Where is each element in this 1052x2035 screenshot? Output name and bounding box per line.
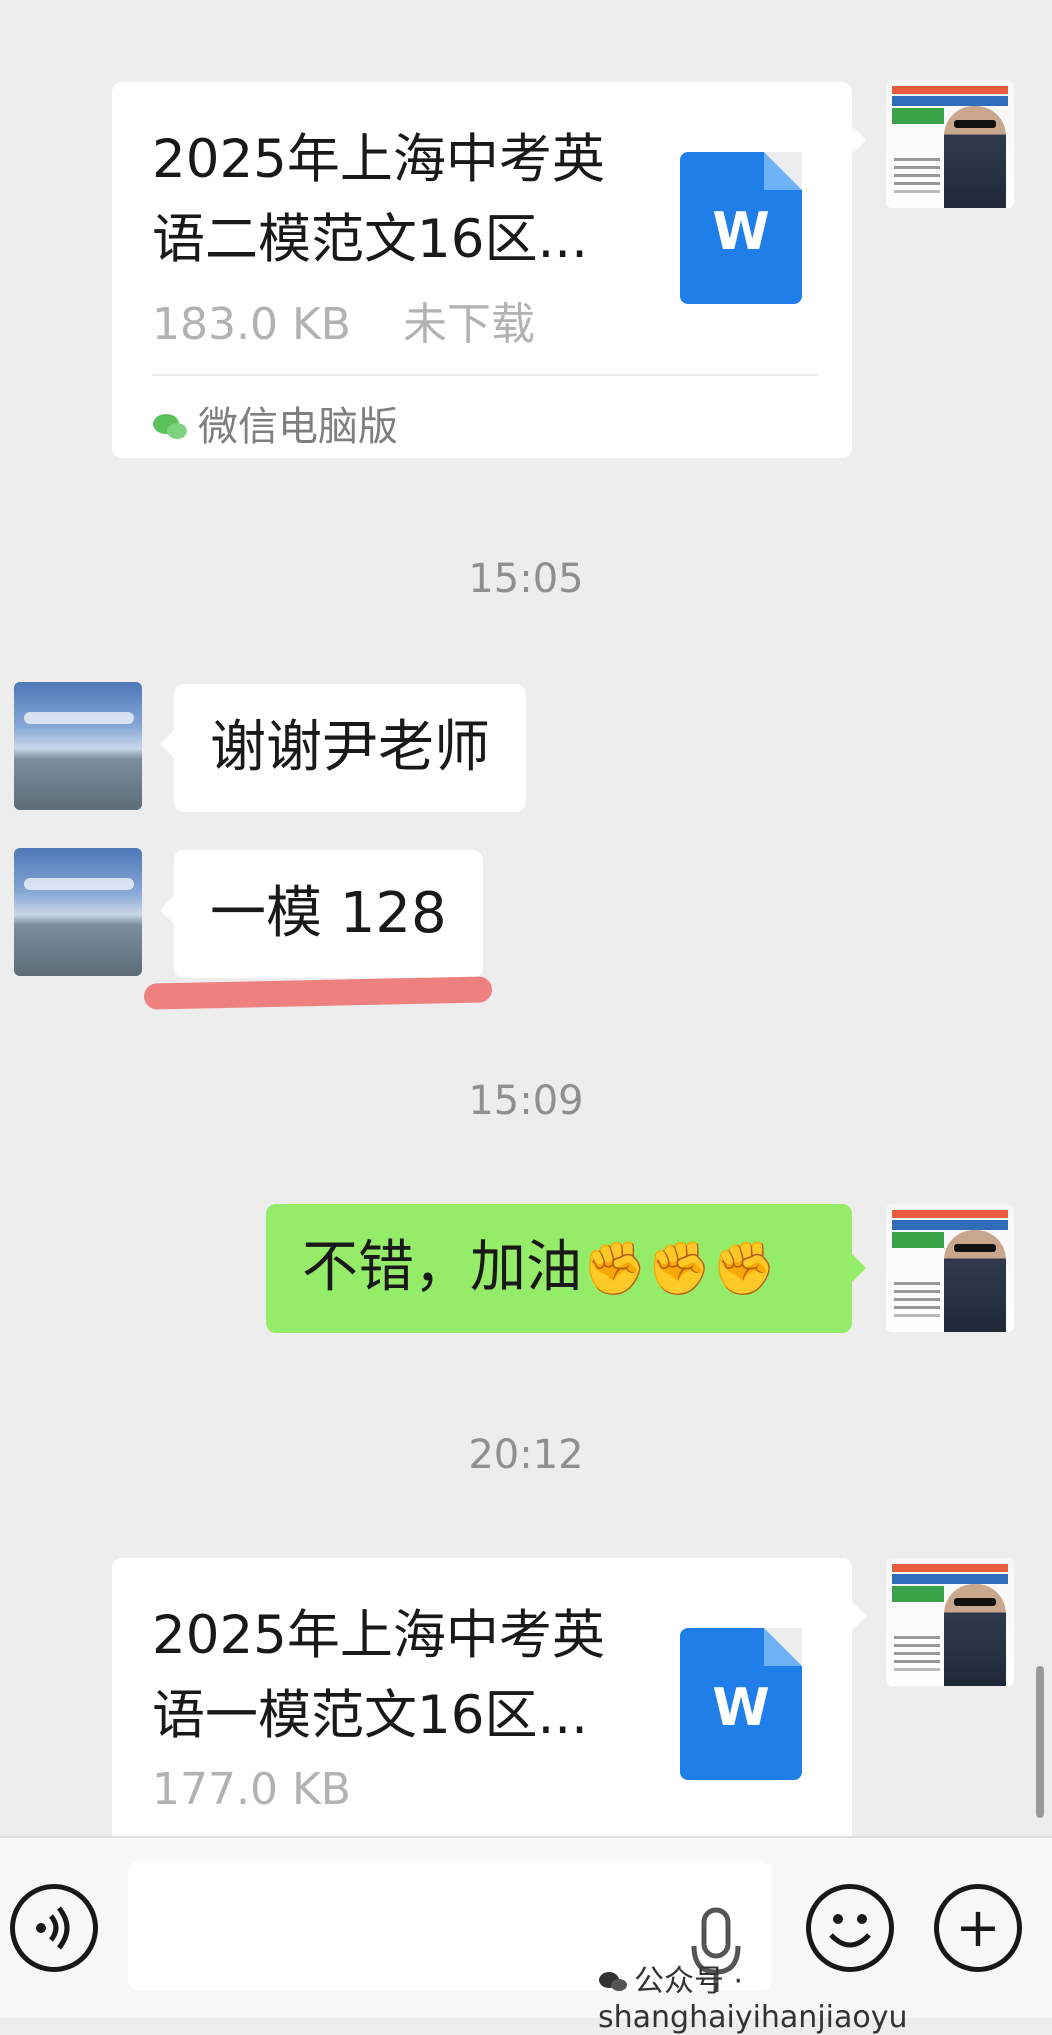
timestamp: 20:12: [468, 1432, 584, 1478]
voice-icon[interactable]: [10, 1884, 98, 1972]
bubble-tail: [852, 1602, 866, 1630]
file-size: 177.0 KB: [152, 1764, 351, 1815]
timestamp: 15:09: [468, 1078, 584, 1124]
avatar-other[interactable]: [14, 848, 142, 976]
file-title: 2025年上海中考英 语一模范文16区...: [152, 1605, 605, 1746]
bubble-tail: [852, 1254, 866, 1282]
wechat-official-icon: [598, 1967, 628, 1991]
sent-message-text: 不错，加油: [302, 1235, 582, 1300]
fist-emoji-icon: ✊✊✊: [582, 1239, 777, 1299]
red-underline-mark: [143, 976, 493, 1010]
file-meta: 183.0 KB 未下载: [152, 288, 535, 352]
file-message-2[interactable]: 2025年上海中考英 语一模范文16区... W 177.0 KB: [112, 1558, 852, 1858]
file-status: 未下载: [403, 299, 535, 350]
timestamp: 15:05: [468, 556, 584, 602]
file-message-1[interactable]: 2025年上海中考英 语二模范文16区... W 183.0 KB 未下载 微信…: [112, 82, 852, 458]
file-size: 183.0 KB: [152, 299, 351, 350]
scrollbar[interactable]: [1036, 1666, 1044, 1818]
avatar-self[interactable]: [886, 1204, 1014, 1332]
bubble-tail: [160, 730, 174, 758]
avatar-other[interactable]: [14, 682, 142, 810]
received-message-1[interactable]: 谢谢尹老师: [174, 684, 526, 812]
divider: [152, 374, 818, 376]
avatar-self[interactable]: [886, 1558, 1014, 1686]
word-doc-icon: W: [680, 152, 802, 304]
file-title: 2025年上海中考英 语二模范文16区...: [152, 129, 605, 270]
avatar-self[interactable]: [886, 80, 1014, 208]
file-source: 微信电脑版: [152, 394, 398, 452]
sent-message-1[interactable]: 不错，加油✊✊✊: [266, 1204, 852, 1333]
watermark: 公众号 · shanghaiyihanjiaoyu: [598, 1964, 908, 2035]
received-message-2[interactable]: 一模 128: [174, 850, 483, 978]
wechat-icon: [152, 406, 188, 439]
bubble-tail: [852, 126, 866, 154]
bubble-tail: [160, 896, 174, 924]
word-doc-icon: W: [680, 1628, 802, 1780]
